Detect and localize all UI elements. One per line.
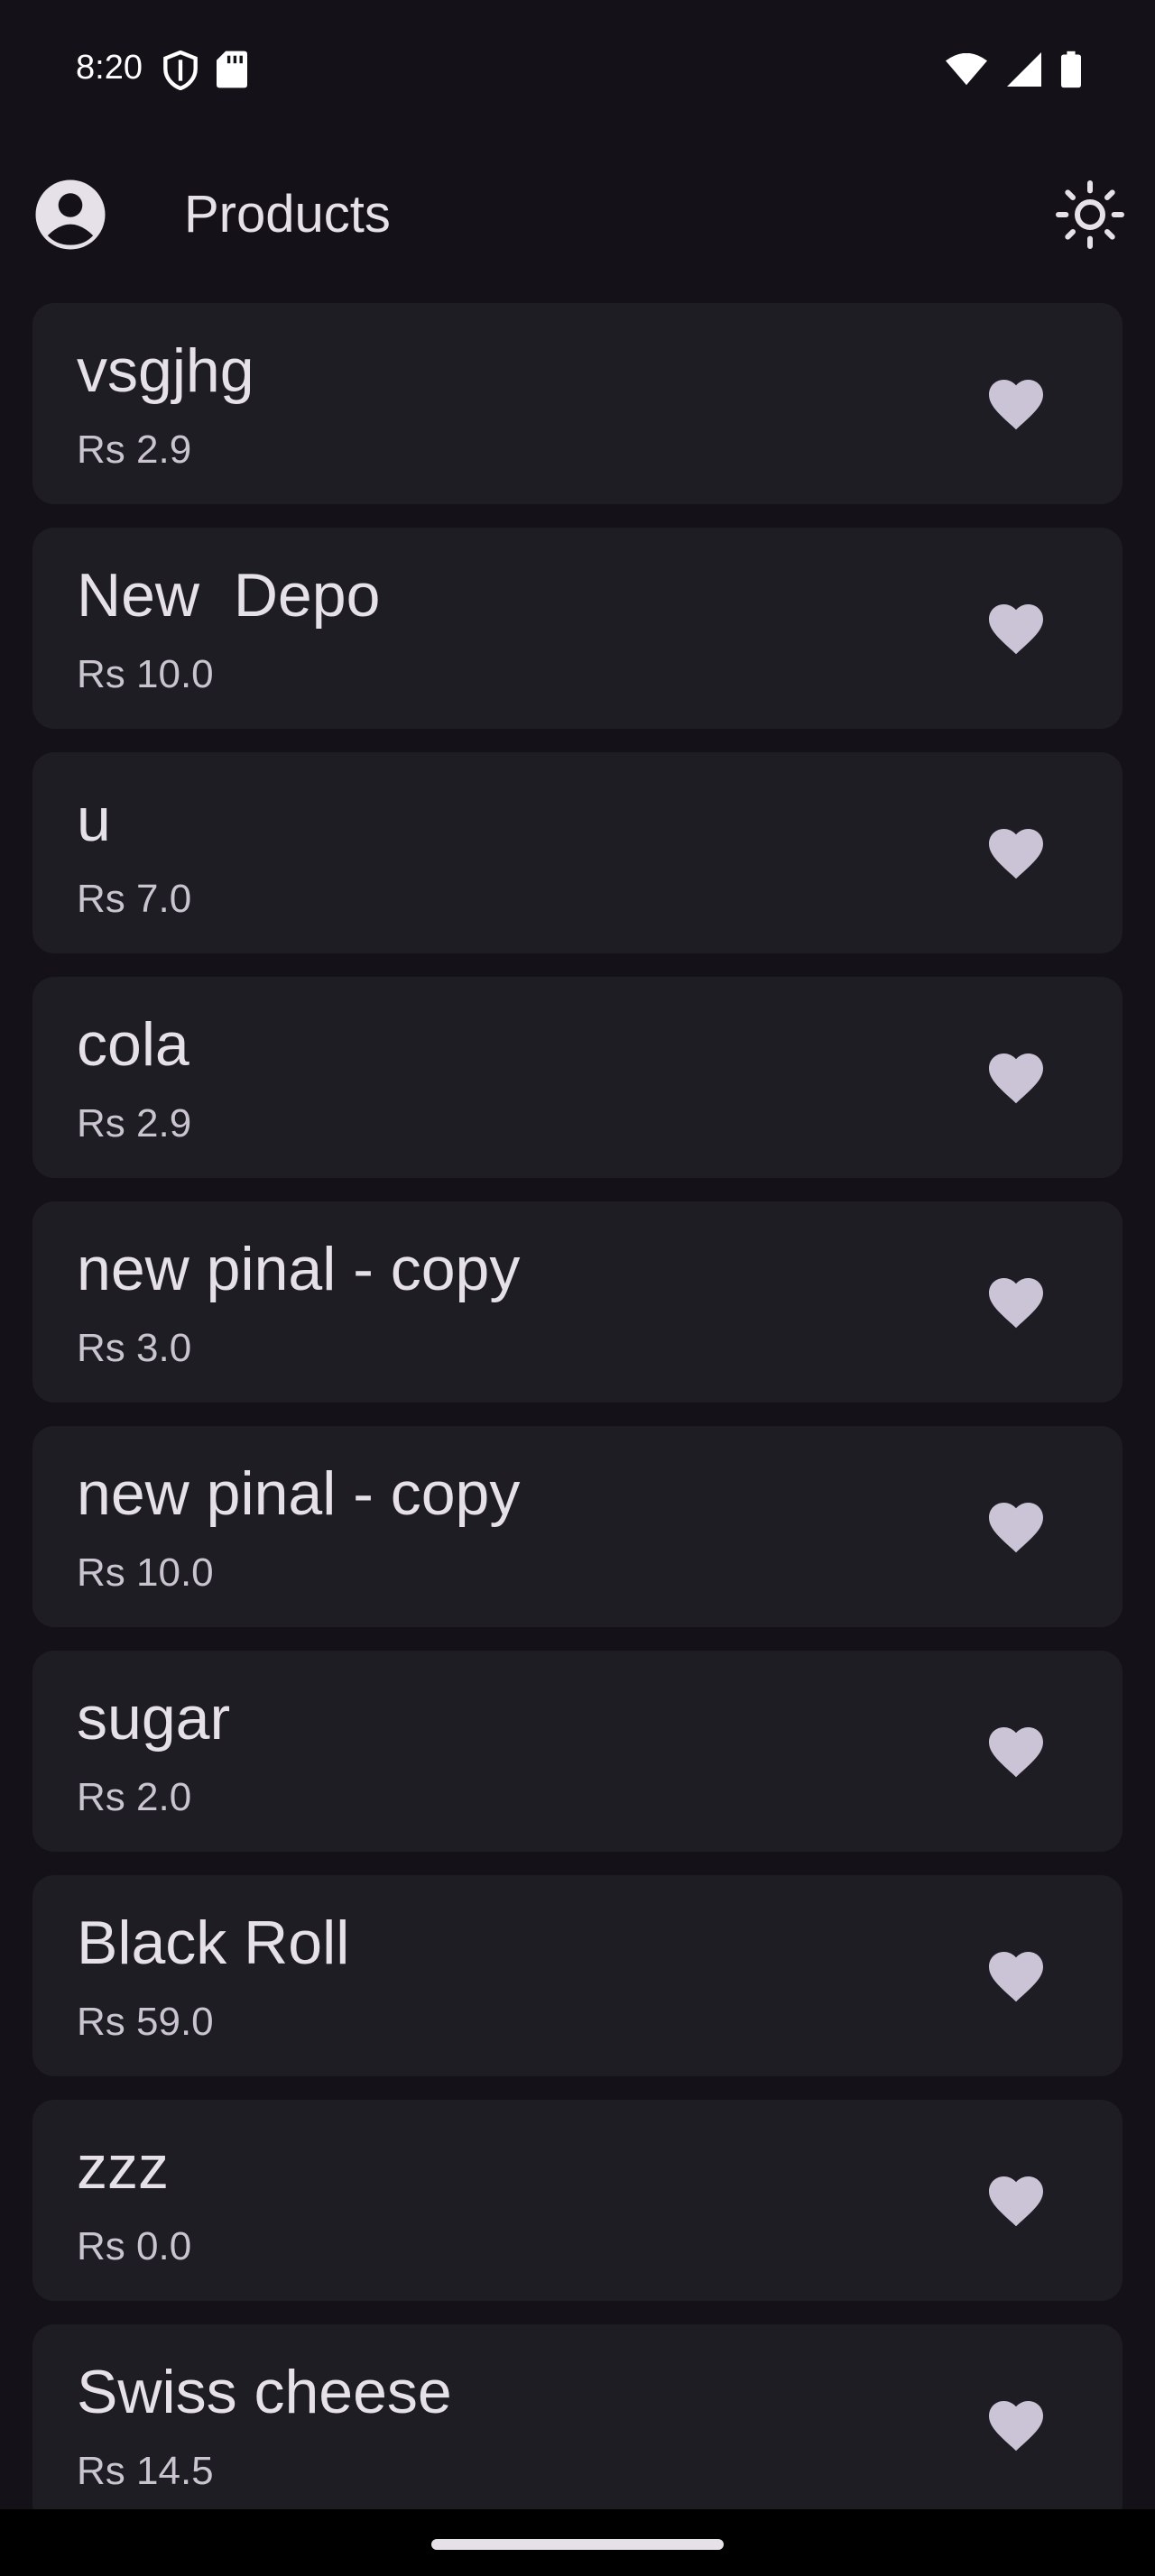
favorite-button[interactable] <box>984 372 1049 437</box>
product-price: Rs 10.0 <box>77 652 214 696</box>
status-bar: 8:20 <box>0 0 1155 135</box>
page-title: Products <box>184 185 391 244</box>
product-name: zzz <box>77 2133 169 2202</box>
product-card[interactable]: u Rs 7.0 <box>32 752 1123 953</box>
product-name: u <box>77 786 111 854</box>
heart-icon <box>984 380 1049 440</box>
favorite-button[interactable] <box>984 1045 1049 1110</box>
product-card[interactable]: cola Rs 2.9 <box>32 977 1123 1178</box>
theme-toggle-button[interactable] <box>1054 179 1126 251</box>
shield-icon <box>162 50 199 95</box>
product-card[interactable]: vsgjhg Rs 2.9 <box>32 303 1123 504</box>
product-name: new pinal - copy <box>77 1235 521 1303</box>
product-card[interactable]: Swiss cheese Rs 14.5 <box>32 2324 1123 2509</box>
heart-icon <box>984 1278 1049 1339</box>
light-mode-icon <box>1054 180 1126 254</box>
product-price: Rs 7.0 <box>77 877 192 921</box>
product-card[interactable]: zzz Rs 0.0 <box>32 2100 1123 2301</box>
product-price: Rs 10.0 <box>77 1550 214 1595</box>
favorite-button[interactable] <box>984 2168 1049 2233</box>
heart-icon <box>984 1952 1049 2012</box>
product-card[interactable]: New Depo Rs 10.0 <box>32 528 1123 729</box>
top-app-bar <box>0 162 1155 271</box>
product-price: Rs 2.9 <box>77 428 192 472</box>
product-card[interactable]: new pinal - copy Rs 10.0 <box>32 1426 1123 1627</box>
product-name: new pinal - copy <box>77 1459 521 1528</box>
heart-icon <box>984 1503 1049 1563</box>
product-price: Rs 2.0 <box>77 1775 192 1819</box>
product-name: cola <box>77 1010 189 1079</box>
favorite-button[interactable] <box>984 1719 1049 1784</box>
product-name: Black Roll <box>77 1909 350 1977</box>
product-list[interactable]: vsgjhg Rs 2.9 New Depo Rs 10.0 u Rs 7.0 … <box>32 303 1123 2509</box>
favorite-button[interactable] <box>984 821 1049 886</box>
heart-icon <box>984 1727 1049 1788</box>
wifi-icon <box>946 52 987 90</box>
favorite-button[interactable] <box>984 1270 1049 1335</box>
account-button[interactable] <box>32 177 108 253</box>
heart-icon <box>984 1053 1049 1114</box>
account-circle-icon <box>32 179 108 256</box>
product-card[interactable]: Black Roll Rs 59.0 <box>32 1875 1123 2076</box>
product-name: New Depo <box>77 561 381 630</box>
favorite-button[interactable] <box>984 596 1049 661</box>
heart-icon <box>984 2176 1049 2237</box>
product-price: Rs 14.5 <box>77 2449 214 2493</box>
product-name: Swiss cheese <box>77 2358 452 2426</box>
favorite-button[interactable] <box>984 1944 1049 2009</box>
product-price: Rs 2.9 <box>77 1101 192 1145</box>
sd-card-icon <box>217 51 247 95</box>
product-card[interactable]: new pinal - copy Rs 3.0 <box>32 1201 1123 1403</box>
product-price: Rs 59.0 <box>77 2000 214 2044</box>
heart-icon <box>984 604 1049 665</box>
heart-icon <box>984 2401 1049 2461</box>
home-gesture-handle[interactable] <box>431 2539 724 2550</box>
heart-icon <box>984 829 1049 889</box>
favorite-button[interactable] <box>984 1495 1049 1559</box>
battery-icon <box>1061 51 1081 93</box>
product-card[interactable]: sugar Rs 2.0 <box>32 1651 1123 1852</box>
product-name: sugar <box>77 1684 231 1753</box>
favorite-button[interactable] <box>984 2393 1049 2458</box>
product-price: Rs 3.0 <box>77 1326 192 1370</box>
status-time: 8:20 <box>76 49 143 87</box>
signal-icon <box>1007 52 1041 91</box>
product-name: vsgjhg <box>77 336 254 405</box>
product-price: Rs 0.0 <box>77 2224 192 2268</box>
